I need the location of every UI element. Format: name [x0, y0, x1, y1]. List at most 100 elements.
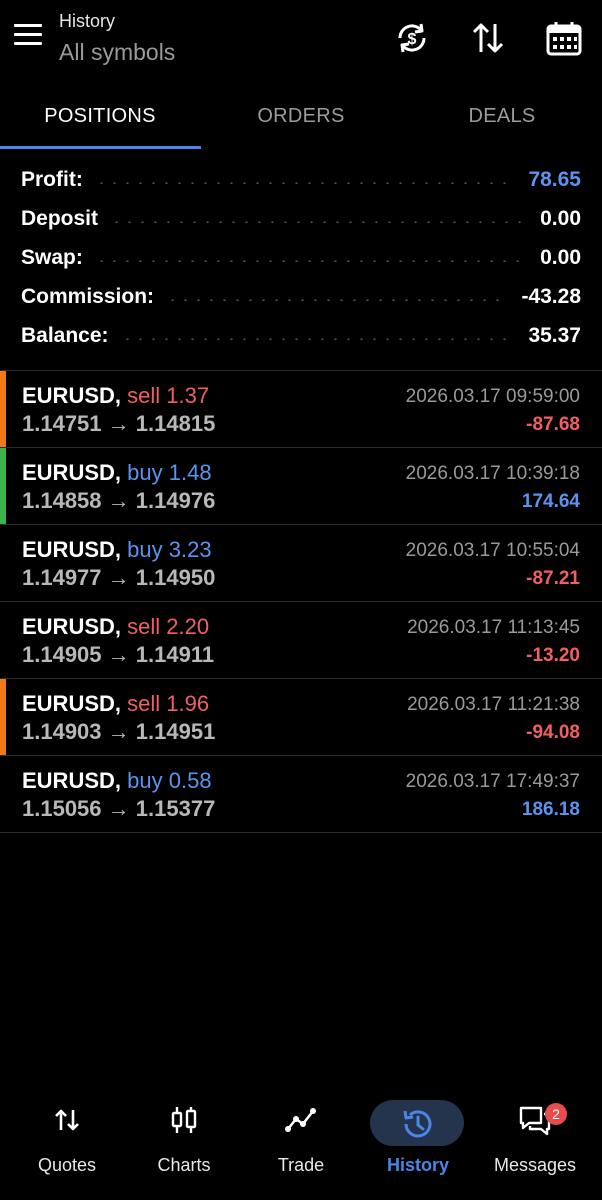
position-volume: 1.96	[166, 691, 210, 716]
arrow-icon: →	[107, 796, 130, 821]
open-price: 1.14905	[22, 642, 102, 667]
balance-label: Balance:	[21, 323, 109, 347]
position-symbol: EURUSD, sell 1.96	[22, 691, 209, 717]
position-row[interactable]: EURUSD, buy 1.48 1.14858 → 1.14976 2026.03…	[0, 448, 602, 525]
position-time: 2026.03.17 11:13:45	[407, 617, 580, 638]
symbol-filter[interactable]: All symbols	[59, 39, 175, 66]
position-symbol: EURUSD, sell 1.37	[22, 383, 209, 409]
sort-icon[interactable]	[468, 18, 508, 58]
position-symbol: EURUSD, buy 0.58	[22, 768, 212, 794]
trade-icon	[285, 1108, 316, 1132]
tab-deals[interactable]: DEALS	[402, 90, 602, 146]
nav-trade[interactable]: Trade	[241, 1095, 361, 1185]
position-prices: 1.14903 → 1.14951	[22, 719, 215, 745]
dotted-leader	[110, 220, 529, 223]
tab-orders[interactable]: ORDERS	[201, 90, 401, 146]
bottom-navigation: Quotes Charts Trade History 2 Messages	[0, 1095, 602, 1200]
history-tabs: POSITIONS ORDERS DEALS	[0, 90, 602, 150]
nav-charts[interactable]: Charts	[124, 1095, 244, 1185]
summary-deposit-row: Deposit 0.00	[0, 199, 602, 238]
position-row[interactable]: EURUSD, sell 1.96 1.14903 → 1.14951 2026.0…	[0, 679, 602, 756]
currency-refresh-icon[interactable]: $	[392, 18, 432, 58]
messages-badge: 2	[545, 1103, 567, 1125]
position-prices: 1.14751 → 1.14815	[22, 411, 215, 437]
nav-quotes-label: Quotes	[37, 1155, 97, 1175]
symbol-name: EURUSD,	[22, 460, 122, 485]
position-side: sell	[127, 614, 161, 639]
summary-profit-row: Profit: 78.65	[0, 160, 602, 199]
position-profit: 186.18	[521, 799, 580, 820]
position-symbol: EURUSD, buy 3.23	[22, 537, 212, 563]
open-price: 1.14903	[22, 719, 102, 744]
position-volume: 0.58	[168, 768, 212, 793]
position-profit: -87.21	[526, 568, 580, 589]
position-symbol: EURUSD, buy 1.48	[22, 460, 212, 486]
open-price: 1.14858	[22, 488, 102, 513]
swap-value: 0.00	[540, 245, 581, 269]
tab-indicator	[0, 146, 201, 149]
position-row[interactable]: EURUSD, sell 2.20 1.14905 → 1.14911 2026.0…	[0, 602, 602, 679]
commission-label: Commission:	[21, 284, 155, 308]
position-side: buy	[127, 768, 163, 793]
summary-panel: Profit: 78.65 Deposit 0.00 Swap: 0.00 Co…	[0, 160, 602, 355]
symbol-name: EURUSD,	[22, 768, 122, 793]
nav-messages[interactable]: 2 Messages	[475, 1095, 595, 1185]
position-time: 2026.03.17 10:39:18	[405, 463, 580, 484]
tab-positions[interactable]: POSITIONS	[0, 90, 200, 146]
position-side: buy	[127, 537, 163, 562]
deposit-label: Deposit	[21, 206, 99, 230]
position-row[interactable]: EURUSD, buy 3.23 1.14977 → 1.14950 2026.03…	[0, 525, 602, 602]
position-time: 2026.03.17 10:55:04	[405, 540, 580, 561]
symbol-name: EURUSD,	[22, 614, 122, 639]
position-side: sell	[127, 691, 161, 716]
nav-trade-label: Trade	[277, 1155, 325, 1175]
history-icon	[403, 1110, 432, 1138]
dotted-leader	[120, 337, 517, 340]
svg-text:$: $	[408, 31, 417, 48]
position-volume: 3.23	[168, 537, 212, 562]
profit-value: 78.65	[528, 167, 581, 191]
position-volume: 2.20	[166, 614, 210, 639]
profit-label: Profit:	[21, 167, 83, 191]
menu-icon[interactable]	[14, 24, 44, 52]
close-price: 1.14951	[135, 719, 216, 744]
arrow-icon: →	[107, 565, 130, 590]
nav-history[interactable]: History	[358, 1095, 478, 1185]
position-row[interactable]: EURUSD, sell 1.37 1.14751 → 1.14815 2026.0…	[0, 371, 602, 448]
position-time: 2026.03.17 11:21:38	[407, 694, 580, 715]
commission-value: -43.28	[521, 284, 581, 308]
symbol-name: EURUSD,	[22, 537, 122, 562]
close-price: 1.14976	[135, 488, 216, 513]
position-volume: 1.48	[168, 460, 212, 485]
position-profit: -94.08	[526, 722, 580, 743]
nav-quotes[interactable]: Quotes	[7, 1095, 127, 1185]
position-status-bar	[0, 448, 6, 524]
app-header: History All symbols $	[0, 0, 602, 80]
position-row[interactable]: EURUSD, buy 0.58 1.15056 → 1.15377 2026.03…	[0, 756, 602, 833]
close-price: 1.14815	[135, 411, 216, 436]
position-side: sell	[127, 383, 161, 408]
charts-icon	[171, 1107, 197, 1133]
nav-history-label: History	[386, 1155, 449, 1175]
summary-balance-row: Balance: 35.37	[0, 316, 602, 355]
positions-list: EURUSD, sell 1.37 1.14751 → 1.14815 2026.0…	[0, 370, 602, 833]
dotted-leader	[94, 181, 517, 184]
open-price: 1.14751	[22, 411, 102, 436]
swap-label: Swap:	[21, 245, 83, 269]
position-time: 2026.03.17 09:59:00	[405, 386, 580, 407]
close-price: 1.14911	[135, 642, 215, 667]
position-status-bar	[0, 679, 6, 755]
arrow-icon: →	[107, 488, 130, 513]
symbol-name: EURUSD,	[22, 691, 122, 716]
position-volume: 1.37	[166, 383, 210, 408]
position-symbol: EURUSD, sell 2.20	[22, 614, 209, 640]
position-time: 2026.03.17 17:49:37	[405, 771, 580, 792]
position-profit: -87.68	[526, 414, 580, 435]
page-title: History	[59, 11, 116, 31]
arrow-icon: →	[107, 719, 130, 744]
calendar-icon[interactable]	[544, 18, 584, 58]
symbol-name: EURUSD,	[22, 383, 122, 408]
close-price: 1.14950	[135, 565, 216, 590]
position-profit: -13.20	[526, 645, 580, 666]
position-side: buy	[127, 460, 163, 485]
